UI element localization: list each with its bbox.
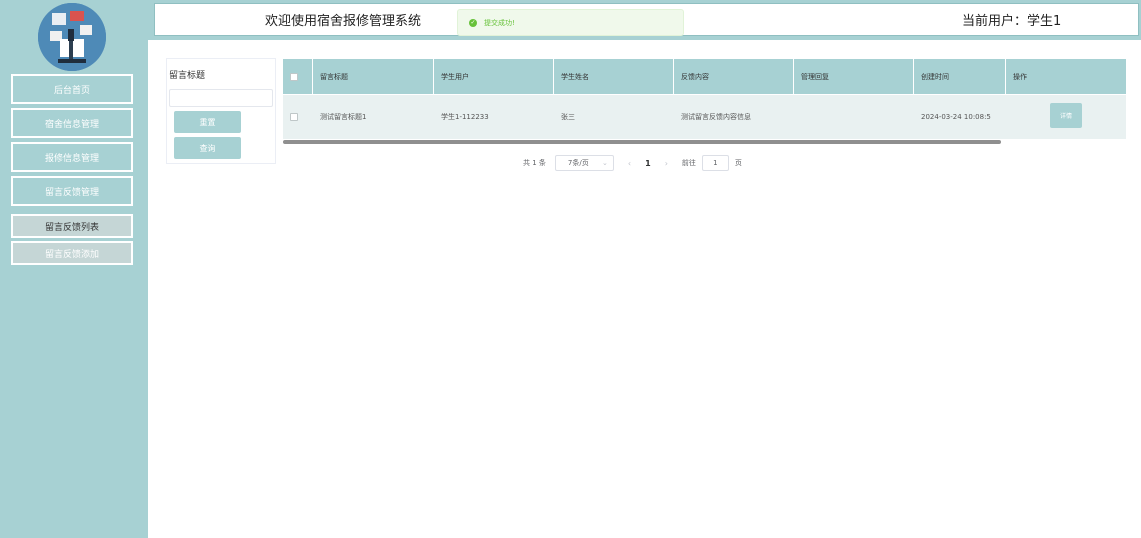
- cell-title: 测试留言标题1: [320, 113, 367, 121]
- select-all-checkbox[interactable]: [290, 72, 298, 81]
- prev-page-button[interactable]: ‹: [628, 159, 631, 168]
- reset-button[interactable]: 重置: [174, 111, 241, 133]
- goto-page-input[interactable]: 1: [701, 155, 729, 171]
- sidebar-item-label: 后台首页: [53, 85, 90, 96]
- sidebar-item-label: 留言反馈管理: [44, 187, 99, 198]
- page-size-value: 7条/页: [567, 159, 589, 167]
- success-check-icon: ✓: [469, 18, 477, 27]
- title-search-input[interactable]: [169, 89, 273, 107]
- query-button-label: 查询: [199, 143, 216, 153]
- sidebar-subitem-feedback-add[interactable]: 留言反馈添加: [11, 241, 133, 265]
- column-header-title: 留言标题: [313, 59, 434, 94]
- detail-button-label: 详情: [1059, 113, 1072, 120]
- detail-button[interactable]: 详情: [1050, 103, 1082, 128]
- pagination: 共 1 条 7条/页 ⌄ ‹ 1 › 前往 1 页: [523, 154, 742, 172]
- page-size-select[interactable]: 7条/页 ⌄: [554, 155, 614, 171]
- feedback-table: 留言标题 学生用户 学生姓名 反馈内容 管理回复 创建时间 操作 测试留言标题1…: [283, 59, 1126, 145]
- cell-created: 2024-03-24 10:08:5: [921, 113, 991, 121]
- sidebar-item-dashboard[interactable]: 后台首页: [11, 74, 133, 104]
- success-toast: ✓ 提交成功!: [457, 9, 684, 36]
- table-header: 留言标题 学生用户 学生姓名 反馈内容 管理回复 创建时间 操作: [283, 59, 1126, 94]
- cell-name: 张三: [561, 113, 575, 121]
- cell-user: 学生1-112233: [441, 113, 489, 121]
- sidebar: 后台首页 宿舍信息管理 报修信息管理 留言反馈管理 留言反馈列表 留言反馈添加: [0, 0, 148, 538]
- table-horizontal-scrollbar[interactable]: [283, 140, 1001, 144]
- next-page-button[interactable]: ›: [665, 159, 668, 168]
- sidebar-item-label: 报修信息管理: [44, 153, 99, 164]
- pagination-total: 共 1 条: [523, 159, 546, 167]
- column-header-content: 反馈内容: [674, 59, 794, 94]
- goto-page-value: 1: [713, 159, 718, 167]
- cell-content: 测试留言反馈内容信息: [681, 113, 751, 121]
- sidebar-item-repair-info[interactable]: 报修信息管理: [11, 142, 133, 172]
- column-header-reply: 管理回复: [794, 59, 914, 94]
- cell-reply: [794, 95, 914, 139]
- current-user: 当前用户：学生1: [962, 14, 1062, 29]
- sidebar-item-label: 宿舍信息管理: [44, 119, 99, 130]
- table-row: 测试留言标题1 学生1-112233 张三 测试留言反馈内容信息 2024-03…: [283, 95, 1126, 139]
- sidebar-item-dorm-info[interactable]: 宿舍信息管理: [11, 108, 133, 138]
- column-header-action: 操作: [1013, 72, 1027, 81]
- avatar: [38, 3, 106, 71]
- sidebar-item-feedback[interactable]: 留言反馈管理: [11, 176, 133, 206]
- page-suffix: 页: [734, 159, 742, 167]
- goto-label: 前往: [681, 159, 696, 167]
- app-title: 欢迎使用宿舍报修管理系统: [265, 14, 422, 29]
- row-select-cell: [283, 95, 313, 139]
- row-checkbox[interactable]: [290, 113, 298, 121]
- chevron-down-icon: ⌄: [602, 159, 608, 167]
- query-button[interactable]: 查询: [174, 137, 241, 159]
- column-header-user: 学生用户: [434, 59, 554, 94]
- sidebar-subitem-label: 留言反馈添加: [44, 249, 99, 260]
- reset-button-label: 重置: [199, 117, 216, 127]
- toast-message: 提交成功!: [484, 18, 515, 27]
- column-header-name: 学生姓名: [554, 59, 674, 94]
- column-header-created: 创建时间: [914, 59, 1006, 94]
- current-page-number[interactable]: 1: [645, 159, 651, 168]
- select-all-cell: [283, 59, 313, 94]
- filter-title-label: 留言标题: [169, 71, 206, 81]
- sidebar-subitem-feedback-list[interactable]: 留言反馈列表: [11, 214, 133, 238]
- sidebar-subitem-label: 留言反馈列表: [44, 222, 99, 233]
